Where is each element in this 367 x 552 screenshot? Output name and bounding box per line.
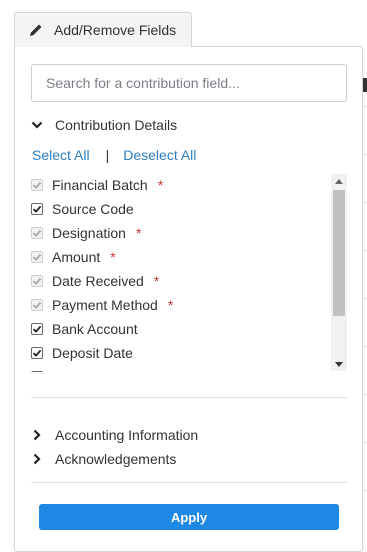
checkmark-icon (32, 181, 42, 189)
checkbox-checked (31, 179, 43, 191)
deselect-all-link[interactable]: Deselect All (123, 147, 196, 163)
apply-button[interactable]: Apply (39, 504, 339, 530)
select-controls: Select All | Deselect All (32, 147, 196, 163)
chevron-right-icon (31, 429, 43, 441)
field-item[interactable]: Designation * (29, 221, 329, 245)
divider (31, 397, 347, 398)
checkmark-icon (32, 349, 42, 357)
required-marker: * (157, 177, 164, 193)
fields-popover: Contribution Details Select All | Desele… (14, 46, 363, 552)
fields-list: Financial Batch * Source Code Designation * A… (29, 173, 347, 372)
field-item[interactable]: Amount * (29, 245, 329, 269)
field-label: Date Received (52, 273, 144, 289)
field-item[interactable]: Date Received * (29, 269, 329, 293)
field-item[interactable]: Deposit Number (29, 365, 329, 372)
field-label: Deposit Number (52, 369, 153, 372)
required-marker: * (110, 249, 116, 265)
field-label: Source Code (52, 201, 134, 217)
search-input[interactable] (31, 64, 347, 102)
checkmark-icon (32, 325, 42, 333)
required-marker: * (153, 273, 160, 289)
section-accounting-information[interactable]: Accounting Information (31, 427, 198, 443)
chevron-down-icon (31, 119, 43, 131)
checkmark-icon (32, 277, 42, 285)
separator: | (105, 147, 110, 163)
chevron-right-icon (31, 453, 43, 465)
divider (31, 482, 347, 483)
section-label: Acknowledgements (55, 451, 177, 467)
field-item[interactable]: Payment Method * (29, 293, 329, 317)
required-marker: * (167, 297, 174, 313)
checkbox-unchecked[interactable] (31, 371, 43, 372)
field-item[interactable]: Source Code (29, 197, 329, 221)
pencil-icon (28, 22, 44, 38)
field-label: Payment Method (52, 297, 158, 313)
checkbox-checked (31, 275, 43, 287)
field-label: Amount (52, 249, 101, 265)
section-acknowledgements[interactable]: Acknowledgements (31, 451, 176, 467)
field-item[interactable]: Bank Account (29, 317, 329, 341)
field-label: Designation (52, 225, 126, 241)
field-label: Deposit Date (52, 345, 133, 361)
required-marker: * (135, 225, 142, 241)
scroll-up-arrow-icon[interactable] (331, 174, 347, 188)
add-remove-fields-button[interactable]: Add/Remove Fields (14, 12, 192, 47)
checkbox-checked[interactable] (31, 203, 43, 215)
scroll-down-arrow-icon[interactable] (331, 357, 347, 371)
fields-scrollbar[interactable] (331, 174, 347, 371)
section-contribution-details[interactable]: Contribution Details (31, 117, 177, 133)
field-item[interactable]: Financial Batch * (29, 173, 329, 197)
field-item[interactable]: Deposit Date (29, 341, 329, 365)
select-all-link[interactable]: Select All (32, 147, 90, 163)
field-label: Financial Batch (52, 177, 148, 193)
checkmark-icon (32, 205, 42, 213)
checkbox-checked (31, 227, 43, 239)
checkbox-checked[interactable] (31, 347, 43, 359)
checkbox-checked[interactable] (31, 323, 43, 335)
checkmark-icon (32, 229, 42, 237)
field-label: Bank Account (52, 321, 138, 337)
checkbox-checked (31, 251, 43, 263)
checkmark-icon (32, 301, 42, 309)
section-label: Accounting Information (55, 427, 199, 443)
checkmark-icon (32, 253, 42, 261)
scrollbar-thumb[interactable] (333, 190, 345, 316)
section-label: Contribution Details (55, 117, 178, 133)
checkbox-checked (31, 299, 43, 311)
add-remove-fields-label: Add/Remove Fields (54, 22, 177, 38)
